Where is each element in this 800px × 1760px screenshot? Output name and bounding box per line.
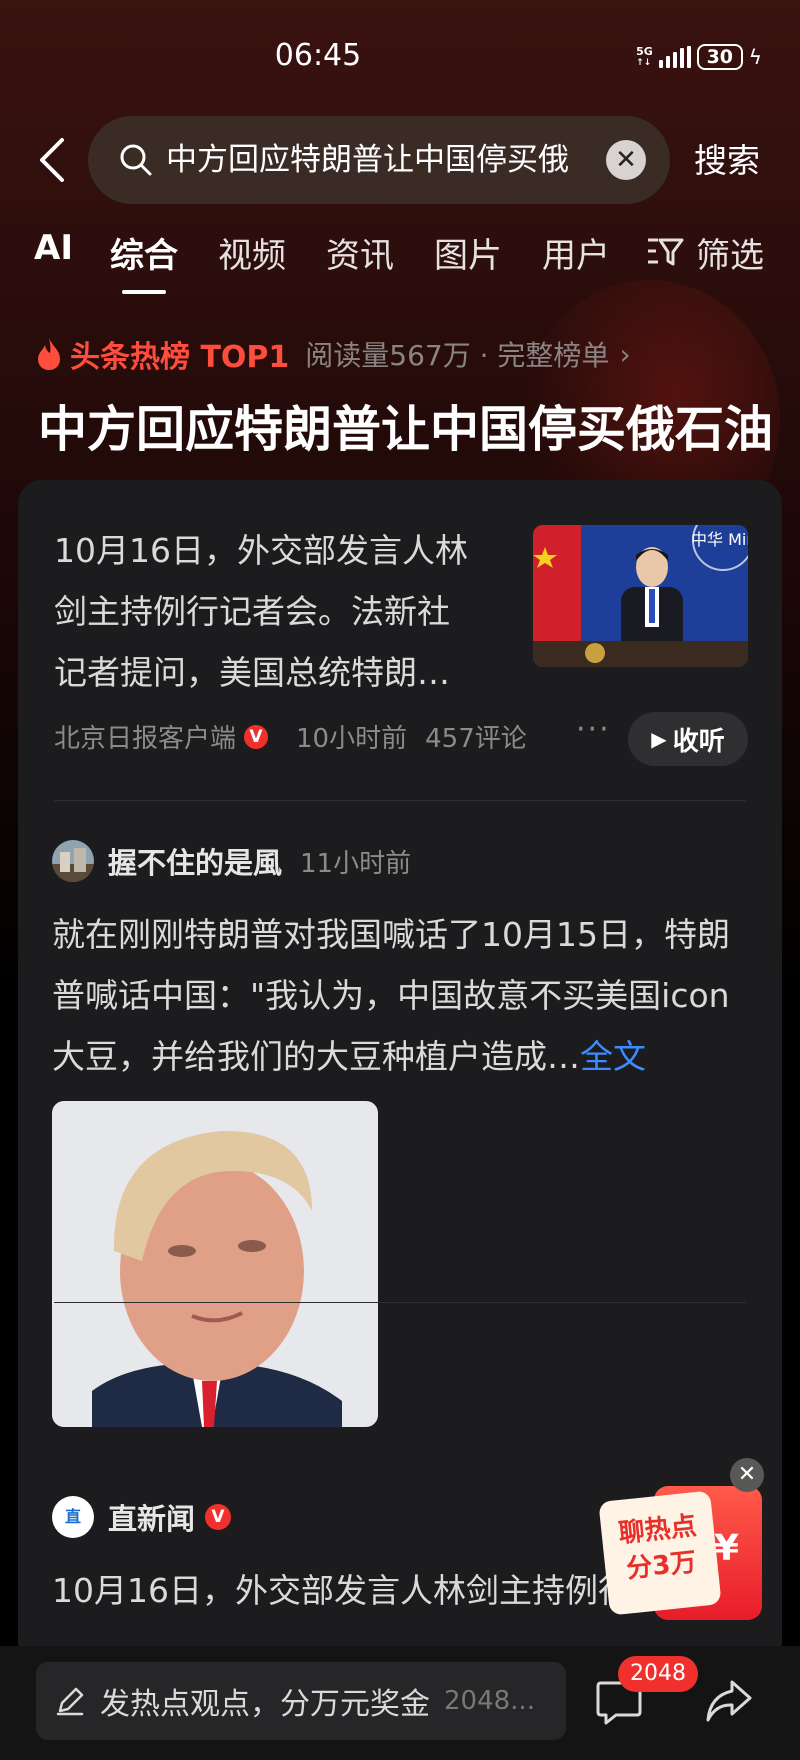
tab-users[interactable]: 用户	[542, 228, 610, 277]
flame-icon	[38, 338, 60, 370]
post-header: 握不住的是風 11小时前	[52, 840, 411, 882]
chevron-right-icon: ›	[619, 337, 631, 371]
bottom-bar: 发热点观点，分万元奖金 2048... 2048	[0, 1646, 800, 1760]
topic-title: 中方回应特朗普让中国停买俄石油	[38, 401, 774, 458]
active-tab-underline	[122, 290, 166, 294]
tab-images[interactable]: 图片	[434, 228, 502, 277]
news-thumbnail[interactable]: 中华 Minis	[533, 525, 748, 667]
search-button[interactable]: 搜索	[694, 134, 760, 182]
post-text[interactable]: 就在刚刚特朗普对我国喊话了10月15日，特朗普喊话中国："我认为，中国故意不买美…	[52, 904, 752, 1087]
search-tabs: AI 综合 视频 资讯 图片 用户 筛选	[34, 228, 774, 298]
filter-icon[interactable]	[646, 234, 684, 268]
divider	[54, 1302, 746, 1303]
filter-button[interactable]: 筛选	[696, 228, 764, 277]
post2-author[interactable]: 直新闻	[108, 1496, 195, 1538]
search-input[interactable]: 中方回应特朗普让中国停买俄	[166, 138, 596, 182]
listen-label: 收听	[672, 726, 725, 757]
signal-icon	[658, 46, 691, 68]
divider	[54, 800, 746, 801]
user-avatar-image	[52, 840, 94, 882]
post2-header: 直 直新闻 V	[52, 1496, 232, 1538]
comment-input[interactable]: 发热点观点，分万元奖金 2048...	[36, 1662, 566, 1740]
search-icon	[120, 144, 152, 176]
post-author[interactable]: 握不住的是風	[108, 840, 282, 882]
news-summary[interactable]: 10月16日，外交部发言人林剑主持例行记者会。法新社记者提问，美国总统特朗…	[54, 520, 474, 703]
news-comments: 457评论	[425, 724, 527, 754]
status-time: 06:45	[274, 38, 362, 73]
charging-icon: ϟ	[748, 45, 762, 69]
tab-video[interactable]: 视频	[218, 228, 286, 277]
avatar[interactable]: 直	[52, 1496, 94, 1538]
network-type: 5G ↑↓	[636, 44, 653, 68]
status-bar: 06:45 5G ↑↓ 30 ϟ	[0, 0, 800, 110]
close-promo-button[interactable]: ✕	[730, 1458, 764, 1492]
avatar[interactable]	[52, 840, 94, 882]
portrait-image	[52, 1101, 378, 1427]
yen-icon: ¥	[714, 1528, 740, 1569]
back-button[interactable]	[34, 132, 74, 188]
promo-card: 聊热点 分3万	[598, 1490, 722, 1616]
hot-topic-promo[interactable]: ¥ 聊热点 分3万	[598, 1486, 762, 1620]
battery-icon: 30	[696, 44, 743, 70]
tab-ai[interactable]: AI	[34, 228, 73, 268]
clear-search-button[interactable]: ✕	[606, 140, 646, 180]
hot-list-meta: 阅读量567万 · 完整榜单	[305, 339, 610, 372]
post-time: 11小时前	[300, 848, 412, 879]
comment-count-inline: 2048...	[444, 1686, 535, 1716]
back-arrow-icon	[40, 138, 64, 182]
more-options-icon[interactable]: ···	[576, 712, 611, 747]
read-more-link[interactable]: 全文	[580, 1037, 646, 1076]
search-box[interactable]: 中方回应特朗普让中国停买俄 ✕	[88, 116, 670, 204]
press-conference-image: 中华 Minis	[533, 525, 748, 667]
comment-count-badge: 2048	[618, 1656, 698, 1692]
hot-list-line[interactable]: 头条热榜 TOP1 阅读量567万 · 完整榜单 ›	[34, 334, 631, 375]
listen-button[interactable]: ▶ 收听	[628, 712, 748, 766]
news-time: 10小时前	[296, 724, 408, 754]
news-meta: 北京日报客户端 V 10小时前 457评论	[54, 718, 527, 755]
verified-badge: V	[244, 724, 269, 749]
verified-badge: V	[205, 1504, 232, 1530]
status-icons: 5G ↑↓ 30 ϟ	[636, 44, 762, 70]
pen-icon	[56, 1687, 84, 1716]
tab-all[interactable]: 综合	[110, 228, 178, 277]
hot-list-label: 头条热榜 TOP1	[70, 340, 290, 375]
post-image[interactable]	[52, 1101, 378, 1427]
play-icon: ▶	[651, 727, 667, 751]
news-source[interactable]: 北京日报客户端	[54, 718, 236, 755]
tab-news[interactable]: 资讯	[326, 228, 394, 277]
share-icon[interactable]	[704, 1678, 754, 1724]
thumb-caption: 中华 Minis	[691, 530, 748, 549]
comment-placeholder: 发热点观点，分万元奖金	[100, 1687, 430, 1722]
